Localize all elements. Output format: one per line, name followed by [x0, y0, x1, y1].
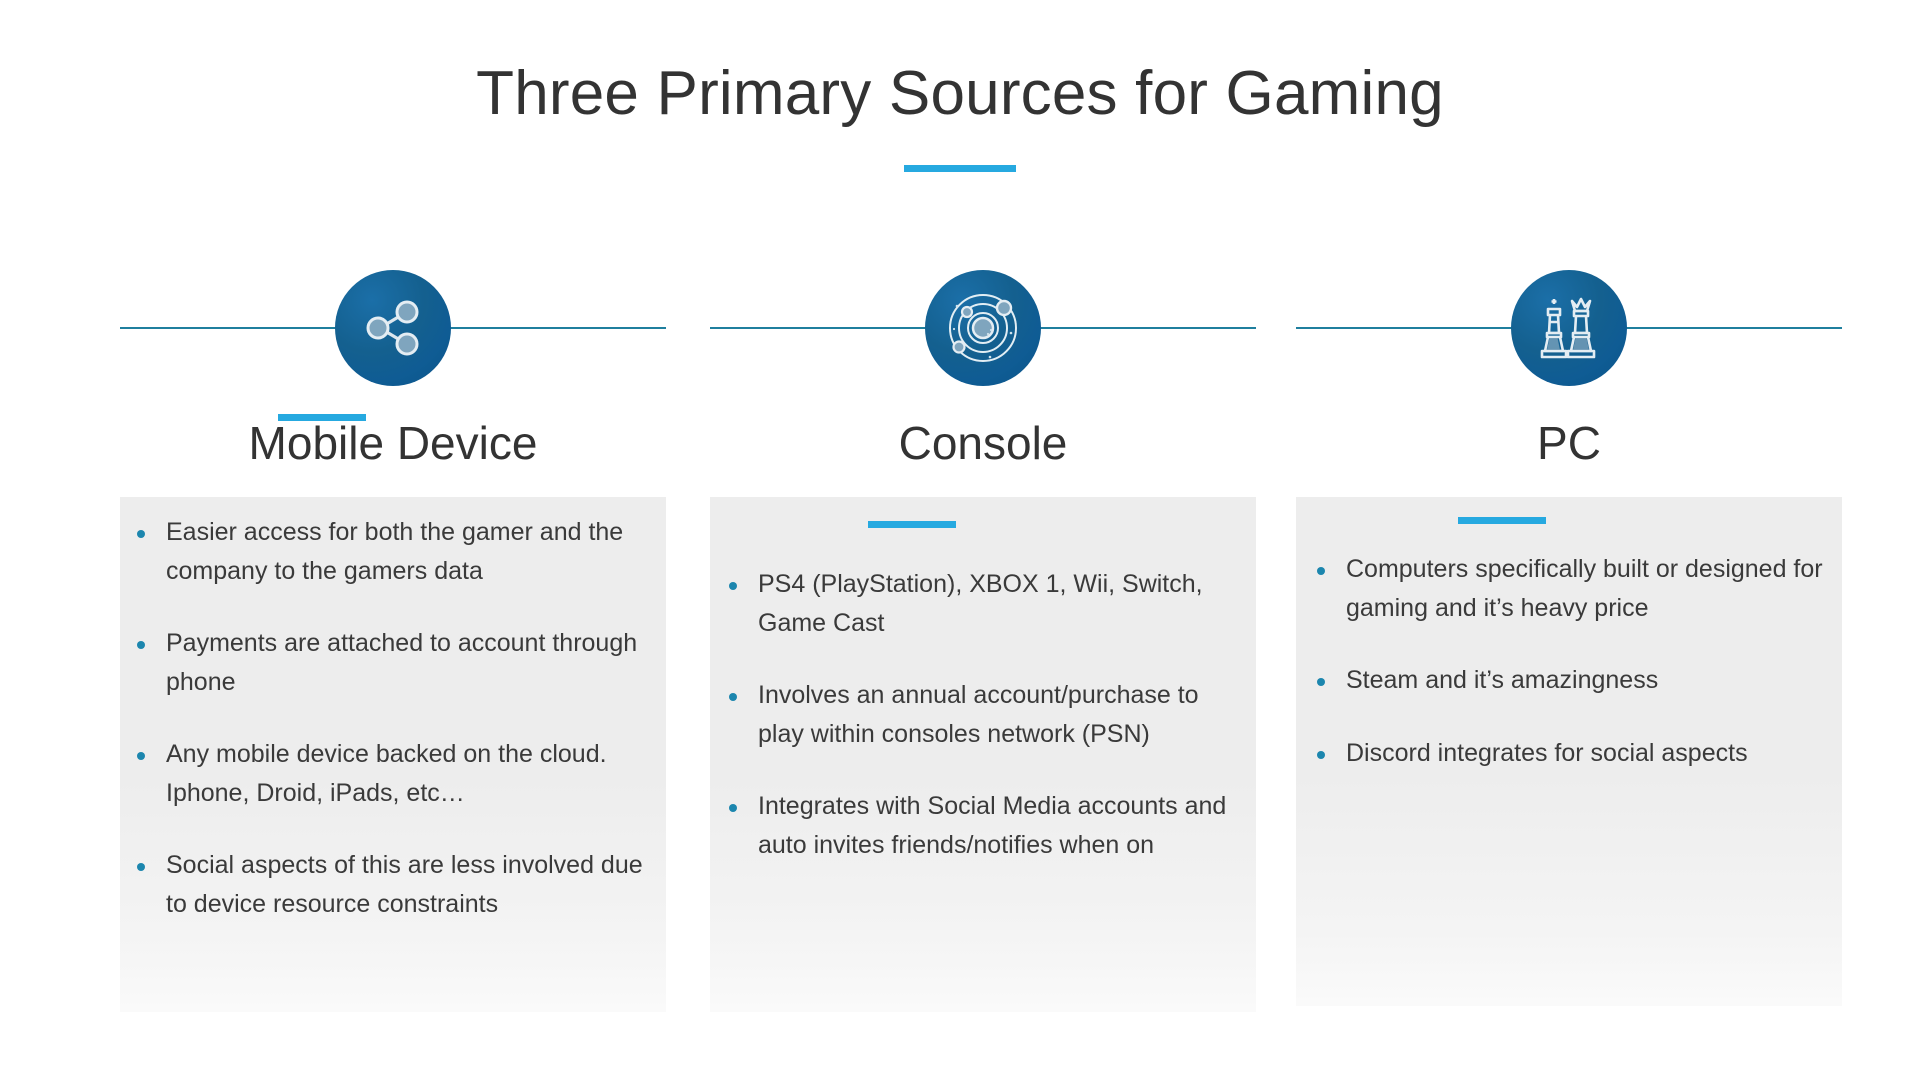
panel-accent-rule	[278, 414, 366, 421]
list-item: PS4 (PlayStation), XBOX 1, Wii, Switch, …	[710, 565, 1256, 642]
bullet-text: Any mobile device backed on the cloud. I…	[166, 740, 607, 807]
column-heading-console: Console	[898, 417, 1068, 469]
bullet-dot-icon	[1317, 750, 1325, 759]
bullet-text: Social aspects of this are less involved…	[166, 851, 643, 918]
bullet-dot-icon	[729, 804, 737, 812]
bullet-text: Discord integrates for social aspects	[1346, 738, 1748, 767]
bullet-text: Computers specifically built or designed…	[1346, 555, 1823, 622]
bullet-dot-icon	[729, 693, 737, 701]
bullet-dot-icon	[137, 752, 145, 760]
bullet-text: Integrates with Social Media accounts an…	[758, 792, 1227, 859]
bullet-list-console: PS4 (PlayStation), XBOX 1, Wii, Switch, …	[710, 565, 1256, 864]
panel-accent-rule	[868, 521, 956, 528]
bullet-list-pc: Computers specifically built or designed…	[1296, 550, 1842, 772]
bullet-text: Payments are attached to account through…	[166, 629, 638, 696]
list-item: Integrates with Social Media accounts an…	[710, 787, 1256, 864]
bullet-list-mobile-device: Easier access for both the gamer and the…	[120, 513, 666, 923]
column-mobile-device: Mobile Device Easier access for both the…	[120, 0, 666, 1080]
list-item: Discord integrates for social aspects	[1296, 734, 1842, 773]
bullet-dot-icon	[1317, 567, 1325, 575]
list-item: Involves an annual account/purchase to p…	[710, 676, 1256, 753]
column-heading-pc: PC	[1537, 417, 1601, 469]
bullet-dot-icon	[729, 582, 737, 590]
bullet-text: PS4 (PlayStation), XBOX 1, Wii, Switch, …	[758, 570, 1203, 637]
column-heading-mobile-device: Mobile Device	[248, 417, 538, 469]
list-item: Computers specifically built or designed…	[1296, 550, 1842, 627]
bullet-dot-icon	[1317, 678, 1325, 686]
panel-accent-rule	[1458, 517, 1546, 524]
bullet-dot-icon	[137, 863, 145, 871]
bullet-dot-icon	[137, 641, 145, 649]
column-console: Console PS4 (PlayStation), XBOX 1, Wii, …	[710, 0, 1256, 1080]
chess-pieces-icon	[1511, 270, 1627, 386]
columns-container: Mobile Device Easier access for both the…	[0, 0, 1920, 1080]
list-item: Social aspects of this are less involved…	[120, 846, 666, 923]
bullet-dot-icon	[137, 530, 145, 538]
list-item: Steam and it’s amazingness	[1296, 661, 1842, 700]
orbit-solar-system-icon	[925, 270, 1041, 386]
bullet-text: Easier access for both the gamer and the…	[166, 518, 624, 585]
list-item: Easier access for both the gamer and the…	[120, 513, 666, 590]
bullet-text: Involves an annual account/purchase to p…	[758, 681, 1199, 748]
bullet-text: Steam and it’s amazingness	[1346, 666, 1659, 694]
column-pc: PC Computers specifically built or desig…	[1296, 0, 1842, 1080]
list-item: Any mobile device backed on the cloud. I…	[120, 735, 666, 812]
list-item: Payments are attached to account through…	[120, 624, 666, 701]
share-network-icon	[335, 270, 451, 386]
